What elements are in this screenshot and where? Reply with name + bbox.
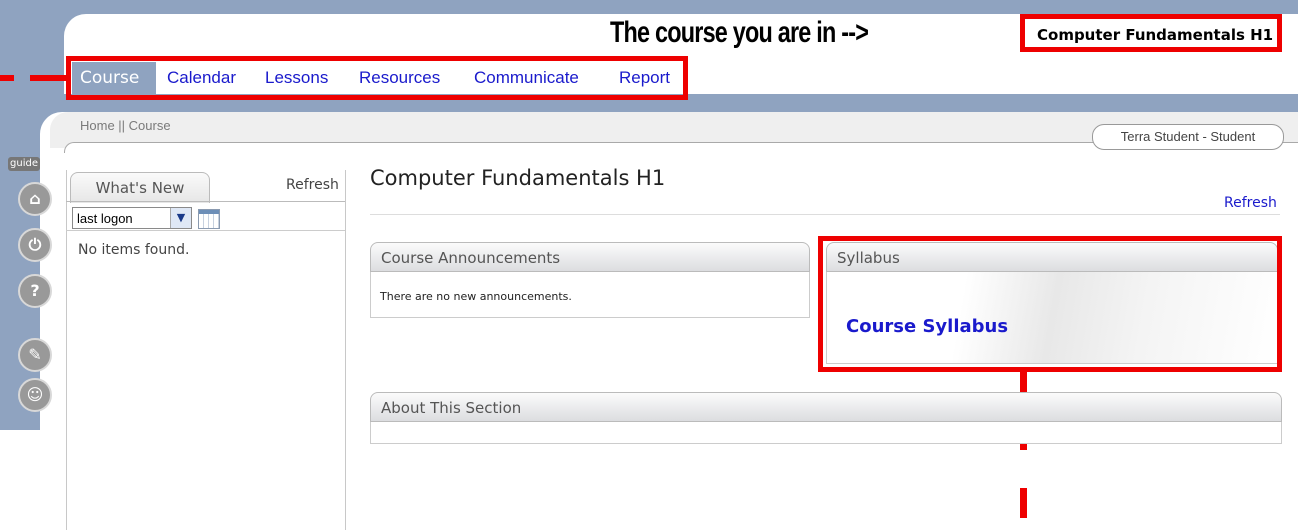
about-section-header: About This Section [370,392,1282,422]
main-refresh-link[interactable]: Refresh [1224,195,1277,211]
tools-icon[interactable]: ✎ [18,338,52,372]
announcements-header: Course Announcements [370,242,810,272]
chevron-down-icon[interactable]: ▼ [170,208,191,228]
nav-highlight-box [66,56,688,100]
syllabus-highlight-box [818,236,1282,372]
divider [66,201,345,202]
course-pointer-annotation: The course you are in --> [610,16,869,49]
breadcrumb[interactable]: Home || Course [80,118,171,133]
nav-pointer-dash [30,75,70,81]
divider [370,214,1280,215]
filter-select-value: last logon [77,211,133,226]
syllabus-pointer-dash [1020,488,1027,518]
whats-new-empty-text: No items found. [78,242,190,258]
whats-new-tab[interactable]: What's New [70,172,210,203]
chat-icon[interactable]: ☺ [18,378,52,412]
user-badge[interactable]: Terra Student - Student [1092,124,1284,150]
page-title: Computer Fundamentals H1 [370,166,666,190]
announcements-text: There are no new announcements. [380,290,572,303]
about-section-body [370,422,1282,444]
home-icon[interactable]: ⌂ [18,182,52,216]
nav-pointer-dash [0,75,14,81]
guide-label[interactable]: guide [8,157,40,171]
power-icon[interactable]: ⏻ [18,228,52,262]
help-icon[interactable]: ? [18,274,52,308]
current-course-box: Computer Fundamentals H1 [1020,14,1282,52]
calendar-icon[interactable] [198,209,220,229]
whats-new-refresh-link[interactable]: Refresh [286,177,339,193]
current-course-label: Computer Fundamentals H1 [1037,26,1274,44]
divider [66,230,345,231]
